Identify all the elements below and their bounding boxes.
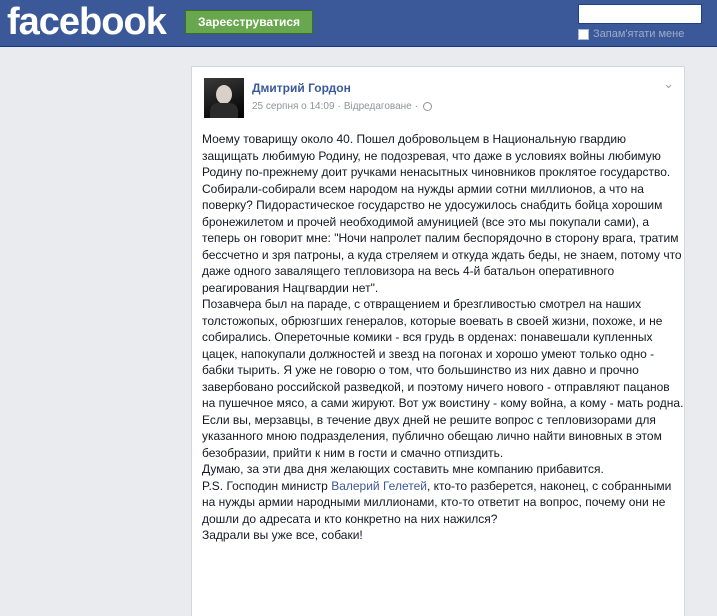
post-date[interactable]: 25 серпня о 14:09 xyxy=(252,101,335,112)
remember-label: Запам'ятати мене xyxy=(593,28,685,40)
post-paragraph: P.S. Господин министр Валерий Гелетей, к… xyxy=(202,478,686,528)
post-paragraph: Позавчера был на параде, с отвращением и… xyxy=(202,297,684,410)
top-bar: facebook Зареєструватися Запам'ятати мен… xyxy=(0,0,717,47)
remember-me[interactable]: Запам'ятати мене xyxy=(578,28,684,40)
globe-icon[interactable] xyxy=(423,102,433,111)
avatar[interactable] xyxy=(204,78,244,118)
avatar-head xyxy=(216,85,232,104)
post-paragraph: Задрали вы уже все, собаки! xyxy=(202,528,363,542)
minister-link[interactable]: Валерий Гелетей xyxy=(331,479,427,493)
email-input[interactable] xyxy=(578,4,702,24)
post-paragraph: Моему товарищу около 40. Пошел доброволь… xyxy=(202,132,682,295)
post-content: Моему товарищу около 40. Пошел доброволь… xyxy=(202,131,686,544)
meta-separator: · xyxy=(337,101,341,112)
facebook-logo[interactable]: facebook xyxy=(7,1,167,44)
post-meta: 25 серпня о 14:09 · Відредаговане · xyxy=(252,101,433,112)
register-button[interactable]: Зареєструватися xyxy=(185,10,313,34)
chevron-down-icon[interactable]: ⌄ xyxy=(663,77,674,92)
post-author[interactable]: Дмитрий Гордон xyxy=(252,81,351,95)
edited-label[interactable]: Відредаговане xyxy=(344,101,412,112)
post-card: Дмитрий Гордон 25 серпня о 14:09 · Відре… xyxy=(191,66,685,616)
post-paragraph: Если вы, мерзавцы, в течение двух дней н… xyxy=(202,412,662,460)
meta-separator: · xyxy=(414,101,419,112)
remember-checkbox[interactable] xyxy=(578,28,589,40)
ps-text: P.S. Господин министр xyxy=(202,478,332,493)
post-paragraph: Думаю, за эти два дня желающих составить… xyxy=(202,462,604,476)
avatar-body xyxy=(210,103,238,118)
